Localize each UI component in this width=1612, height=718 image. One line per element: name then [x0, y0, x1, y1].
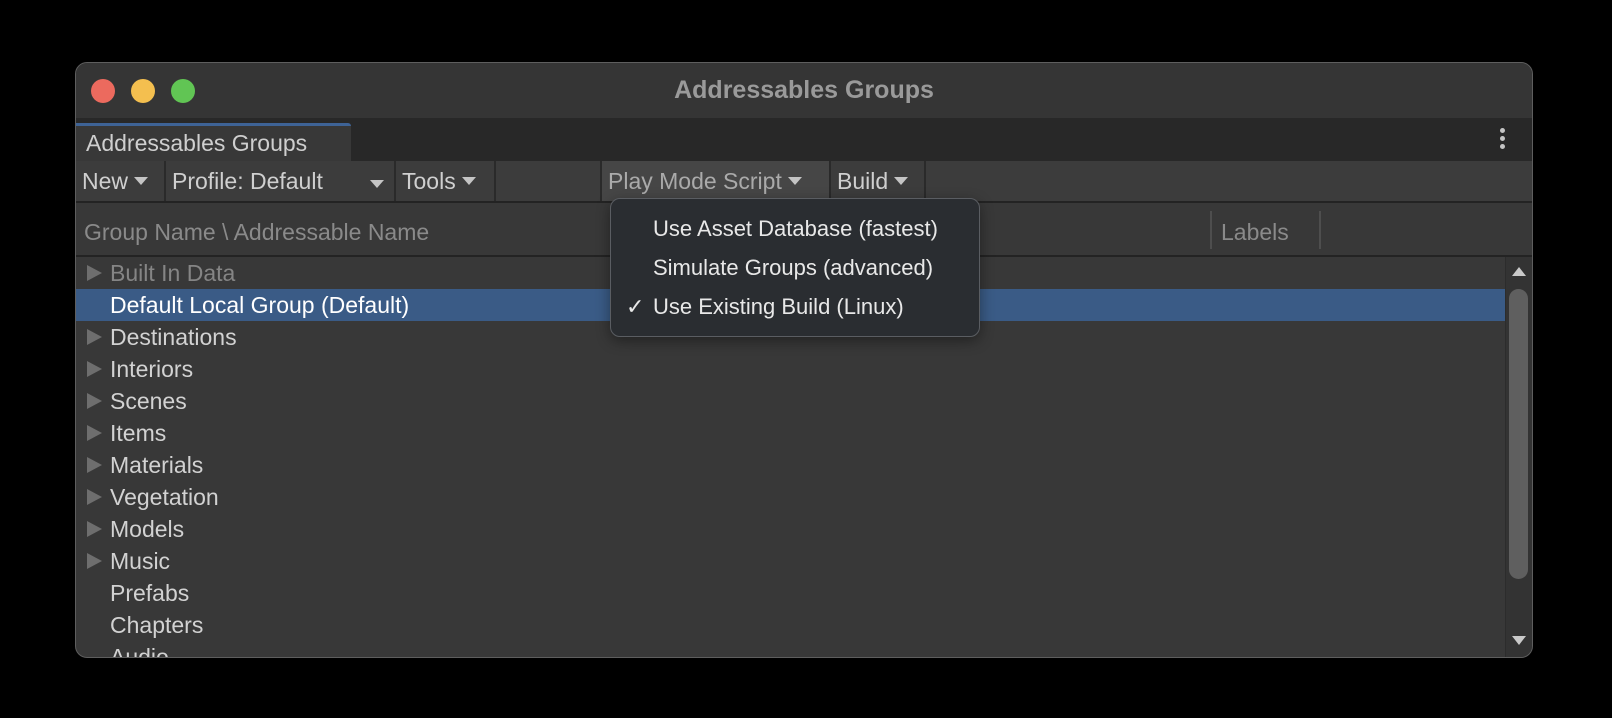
expand-triangle-icon[interactable]	[87, 265, 102, 281]
checkmark-icon: ✓	[626, 294, 645, 319]
menu-item-simulate-groups[interactable]: Simulate Groups (advanced)	[611, 249, 979, 287]
toolbar: New Profile: Default Tools Play Mode Scr…	[76, 161, 1532, 203]
expand-triangle-icon[interactable]	[87, 553, 102, 569]
more-options-icon[interactable]	[1500, 128, 1506, 152]
tab-strip: Addressables Groups	[76, 118, 1532, 161]
new-label: New	[82, 168, 129, 194]
toolbar-spacer	[496, 161, 602, 201]
group-row-music[interactable]: Music	[76, 545, 1508, 577]
group-row-models[interactable]: Models	[76, 513, 1508, 545]
tools-dropdown[interactable]: Tools	[396, 161, 496, 201]
addressables-groups-window: Addressables Groups Addressables Groups …	[75, 62, 1533, 658]
group-row-items[interactable]: Items	[76, 417, 1508, 449]
profile-dropdown[interactable]: Profile: Default	[166, 161, 396, 201]
menu-item-use-asset-database[interactable]: Use Asset Database (fastest)	[611, 210, 979, 248]
expand-triangle-icon[interactable]	[87, 329, 102, 345]
menu-item-label: Simulate Groups (advanced)	[653, 255, 934, 280]
scroll-up-arrow-icon[interactable]	[1512, 267, 1526, 276]
group-label: Materials	[110, 452, 204, 478]
group-label: Prefabs	[110, 580, 190, 606]
play-mode-script-dropdown[interactable]: Play Mode Script	[602, 161, 831, 201]
chevron-down-icon	[134, 177, 149, 186]
column-resize-handle[interactable]	[1210, 211, 1212, 249]
group-label: Chapters	[110, 612, 204, 638]
play-mode-script-menu: Use Asset Database (fastest) Simulate Gr…	[610, 198, 980, 337]
group-row-interiors[interactable]: Interiors	[76, 353, 1508, 385]
group-label: Destinations	[110, 324, 237, 350]
menu-item-label: Use Existing Build (Linux)	[653, 294, 904, 319]
menu-item-use-existing-build[interactable]: ✓ Use Existing Build (Linux)	[611, 288, 979, 326]
group-row-prefabs[interactable]: Prefabs	[76, 577, 1508, 609]
column-header-labels[interactable]: Labels	[1221, 219, 1289, 246]
chevron-down-icon	[894, 177, 909, 186]
group-label: Interiors	[110, 356, 194, 382]
new-dropdown[interactable]: New	[76, 161, 166, 201]
group-label: Audio	[110, 644, 169, 657]
vertical-scrollbar[interactable]	[1505, 257, 1532, 657]
group-row-chapters[interactable]: Chapters	[76, 609, 1508, 641]
tools-label: Tools	[402, 168, 456, 194]
group-label: Built In Data	[110, 260, 236, 286]
menu-item-label: Use Asset Database (fastest)	[653, 216, 938, 241]
build-dropdown[interactable]: Build	[831, 161, 926, 201]
build-label: Build	[837, 168, 889, 194]
chevron-down-icon	[461, 177, 476, 186]
profile-label: Profile: Default	[172, 168, 323, 194]
expand-triangle-icon[interactable]	[87, 457, 102, 473]
group-label: Default Local Group (Default)	[110, 292, 410, 318]
chevron-down-icon	[370, 180, 384, 188]
group-label: Models	[110, 516, 185, 542]
expand-triangle-icon[interactable]	[87, 489, 102, 505]
group-row-materials[interactable]: Materials	[76, 449, 1508, 481]
group-label: Vegetation	[110, 484, 219, 510]
play-mode-script-label: Play Mode Script	[608, 168, 782, 194]
expand-triangle-icon[interactable]	[87, 393, 102, 409]
expand-triangle-icon[interactable]	[87, 361, 102, 377]
expand-triangle-icon[interactable]	[87, 425, 102, 441]
column-resize-handle[interactable]	[1319, 211, 1321, 249]
expand-triangle-icon[interactable]	[87, 521, 102, 537]
tab-addressables-groups[interactable]: Addressables Groups	[76, 123, 351, 161]
group-row-scenes[interactable]: Scenes	[76, 385, 1508, 417]
group-label: Music	[110, 548, 171, 574]
window-title: Addressables Groups	[674, 76, 934, 104]
title-bar: Addressables Groups	[76, 63, 1532, 118]
group-label: Items	[110, 420, 167, 446]
group-label: Scenes	[110, 388, 187, 414]
group-row-audio[interactable]: Audio	[76, 641, 1508, 657]
group-row-vegetation[interactable]: Vegetation	[76, 481, 1508, 513]
scrollbar-thumb[interactable]	[1509, 289, 1528, 579]
scroll-down-arrow-icon[interactable]	[1512, 636, 1526, 645]
chevron-down-icon	[787, 177, 802, 186]
column-header-group-name[interactable]: Group Name \ Addressable Name	[84, 219, 429, 246]
